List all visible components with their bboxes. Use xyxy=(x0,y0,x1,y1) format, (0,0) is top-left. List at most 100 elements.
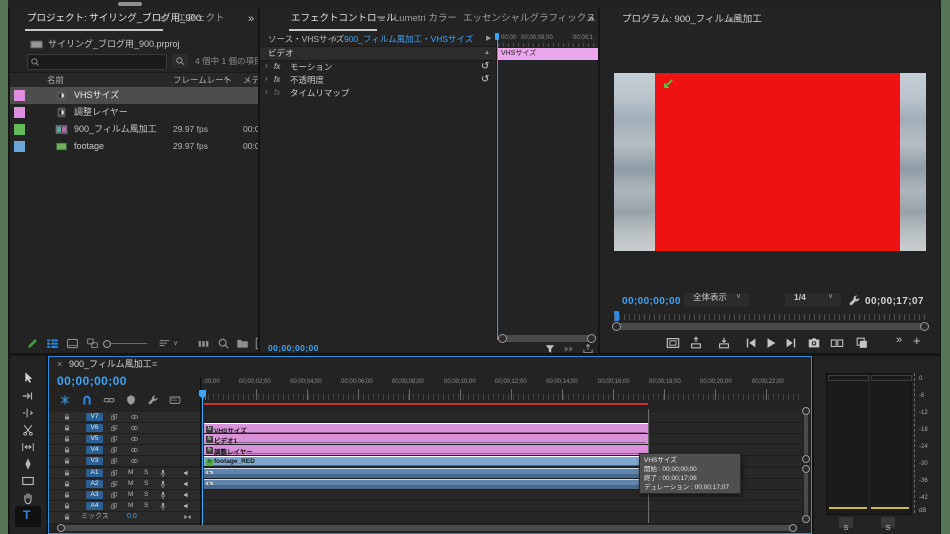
export-icon[interactable] xyxy=(582,343,594,353)
program-scrollbar-handle-right[interactable] xyxy=(920,322,929,331)
voiceover-mic-icon[interactable] xyxy=(159,491,167,499)
track-header-v5[interactable]: V5 xyxy=(49,434,200,445)
label-color-swatch[interactable] xyxy=(14,124,25,135)
lock-icon[interactable] xyxy=(63,413,71,421)
pen-tool[interactable] xyxy=(21,457,35,471)
clip-footage-red-audio-1[interactable]: fx xyxy=(204,468,648,478)
fx-scrollbar-handle-left[interactable] xyxy=(498,334,507,343)
fx-timecode[interactable]: 00;00;00;00 xyxy=(268,343,319,353)
program-video-frame[interactable]: ↙ xyxy=(614,73,926,251)
solo-right-button[interactable]: S xyxy=(881,517,895,532)
lock-icon[interactable] xyxy=(63,480,71,488)
effect-row-motion[interactable]: › fx モーション ↺ xyxy=(260,61,496,74)
reset-effect-icon[interactable]: ↺ xyxy=(481,74,489,85)
fx-timeline-area[interactable] xyxy=(496,33,598,340)
lock-icon[interactable] xyxy=(63,502,71,510)
voiceover-mic-icon[interactable] xyxy=(159,480,167,488)
tab-project[interactable]: プロジェクト: サイリング_ブログ用_900 xyxy=(27,13,201,24)
show-clip-timeline-icon[interactable]: ▶ xyxy=(486,35,491,43)
extract-button[interactable] xyxy=(717,336,731,350)
lock-icon[interactable] xyxy=(63,446,71,454)
sync-lock-icon[interactable] xyxy=(110,480,118,488)
more-panels-icon[interactable]: » xyxy=(588,13,594,25)
lock-icon[interactable] xyxy=(63,435,71,443)
panel-menu-icon[interactable]: ≡ xyxy=(152,359,157,370)
razor-tool[interactable] xyxy=(21,423,35,437)
item-name[interactable]: footage xyxy=(74,141,104,152)
sort-caret-icon[interactable]: ^ xyxy=(224,75,228,85)
sequence-clip-label[interactable]: 900_フィルム風加工・VHSサイズ xyxy=(344,34,473,44)
track-target-badge[interactable]: A2 xyxy=(86,480,103,488)
toggle-track-output-icon[interactable] xyxy=(130,424,139,432)
fx-timeline-scrollbar[interactable] xyxy=(500,335,594,342)
export-frame-button[interactable] xyxy=(807,336,821,350)
speaker-icon[interactable] xyxy=(183,480,191,488)
settings-wrench-icon[interactable] xyxy=(848,294,861,307)
automate-to-sequence-button[interactable] xyxy=(197,337,210,350)
sync-lock-icon[interactable] xyxy=(110,446,118,454)
track-header-a2[interactable]: A2 M S xyxy=(49,479,200,490)
type-tool[interactable]: T xyxy=(15,506,41,527)
zoom-level-dropdown[interactable]: 全体表示 ∨ xyxy=(684,292,750,307)
clip-vhs-size[interactable]: fx VHSサイズ xyxy=(204,423,648,433)
panel-menu-icon[interactable]: ≡ xyxy=(160,14,166,25)
audio-tracks-scrollbar[interactable] xyxy=(804,473,808,515)
filter-effects-icon[interactable] xyxy=(544,343,556,353)
fx-clip-bar[interactable]: VHSサイズ xyxy=(498,48,598,60)
solo-button[interactable]: S xyxy=(144,469,148,476)
track-target-badge[interactable]: V6 xyxy=(86,424,103,432)
timeline-scrollbar-handle-left[interactable] xyxy=(57,524,65,532)
label-color-swatch[interactable] xyxy=(14,141,25,152)
lock-icon[interactable] xyxy=(63,424,71,432)
sort-button[interactable] xyxy=(158,337,171,350)
program-scrub-ticks[interactable] xyxy=(614,314,926,320)
fx-badge-icon[interactable]: fx xyxy=(274,62,280,72)
timeline-scrollbar-handle-right[interactable] xyxy=(789,524,797,532)
more-buttons-icon[interactable]: » xyxy=(896,334,902,346)
track-lane-v7[interactable] xyxy=(201,412,802,423)
chevron-down-icon[interactable]: ∨ xyxy=(332,34,338,43)
safe-margins-button[interactable] xyxy=(666,336,680,350)
audio-scrollbar-handle-bottom[interactable] xyxy=(802,515,810,523)
freeform-view-button[interactable] xyxy=(86,337,99,350)
mute-button[interactable]: M xyxy=(128,502,133,509)
voiceover-mic-icon[interactable] xyxy=(159,502,167,510)
sync-lock-icon[interactable] xyxy=(110,491,118,499)
column-name[interactable]: 名前 xyxy=(47,75,64,85)
clip-adjustment-layer[interactable]: fx 調整レイヤー xyxy=(204,445,648,455)
linked-selection-icon[interactable] xyxy=(103,394,115,406)
icon-view-button[interactable] xyxy=(66,337,79,350)
playback-resolution-dropdown[interactable]: 1/4 ∨ xyxy=(785,292,841,307)
timeline-tab[interactable]: 900_フィルム風加工 xyxy=(69,359,152,370)
zoom-slider-knob[interactable] xyxy=(103,340,111,348)
program-timecode[interactable]: 00;00;00;00 xyxy=(622,296,681,307)
toggle-track-output-icon[interactable] xyxy=(130,446,139,454)
solo-left-button[interactable]: S xyxy=(839,517,853,532)
lift-button[interactable] xyxy=(689,336,703,350)
project-row[interactable]: 調整レイヤー xyxy=(10,104,258,121)
selection-tool[interactable] xyxy=(21,371,35,385)
video-scrollbar-handle-bottom[interactable] xyxy=(802,455,810,463)
speaker-icon[interactable] xyxy=(183,502,191,510)
speaker-icon[interactable] xyxy=(183,469,191,477)
column-media[interactable]: メデ xyxy=(243,75,258,85)
track-lane-mix[interactable] xyxy=(201,512,802,524)
sync-lock-icon[interactable] xyxy=(110,435,118,443)
step-back-button[interactable] xyxy=(744,336,758,350)
track-header-a1[interactable]: A1 M S xyxy=(49,468,200,479)
lock-icon[interactable] xyxy=(63,469,71,477)
close-tab-icon[interactable]: × xyxy=(57,359,62,370)
add-marker-icon[interactable] xyxy=(125,394,137,406)
lock-icon[interactable] xyxy=(63,491,71,499)
track-target-badge[interactable]: A3 xyxy=(86,491,103,499)
sync-lock-icon[interactable] xyxy=(110,502,118,510)
timeline-settings-icon[interactable] xyxy=(147,394,159,406)
fx-ruler-ticks[interactable] xyxy=(498,43,598,47)
expand-icon[interactable]: › xyxy=(265,74,268,84)
clip-footage-red[interactable]: fx footage_RED xyxy=(204,456,648,466)
project-row[interactable]: footage 29.97 fps 00:0 xyxy=(10,138,258,155)
sync-lock-icon[interactable] xyxy=(110,469,118,477)
fx-scrollbar-handle-right[interactable] xyxy=(587,334,596,343)
track-header-v4[interactable]: V4 xyxy=(49,445,200,456)
mute-button[interactable]: M xyxy=(128,480,133,487)
